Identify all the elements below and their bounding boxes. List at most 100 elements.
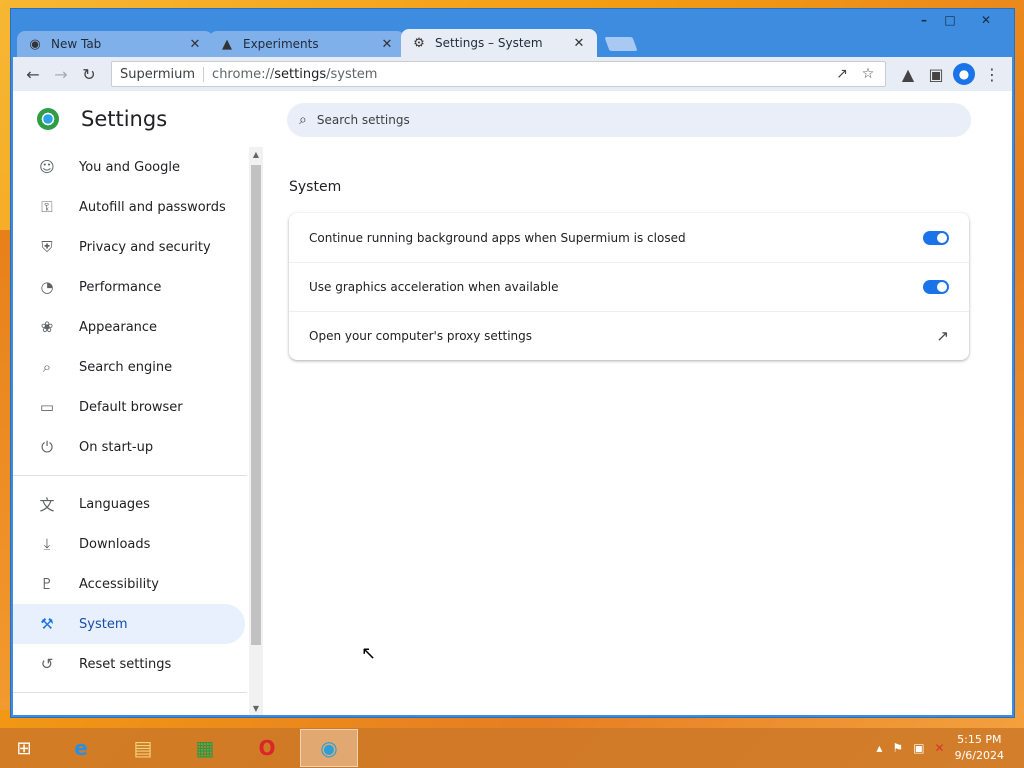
sidebar-item-autofill[interactable]: ⚿ Autofill and passwords xyxy=(13,187,245,227)
row-label: Continue running background apps when Su… xyxy=(309,230,686,245)
mouse-cursor-icon: ↖ xyxy=(361,643,377,664)
forward-button[interactable]: → xyxy=(47,60,75,88)
sidebar-item-reset-settings[interactable]: ↺ Reset settings xyxy=(13,644,245,684)
background-apps-row[interactable]: Continue running background apps when Su… xyxy=(289,213,969,262)
share-icon[interactable]: ↗ xyxy=(831,66,853,82)
gear-icon: ⚙ xyxy=(413,35,425,51)
sidebar-item-default-browser[interactable]: ▭ Default browser xyxy=(13,387,245,427)
search-icon: ⌕ xyxy=(299,112,307,128)
external-link-icon[interactable]: ↗ xyxy=(936,327,949,345)
clock-date: 9/6/2024 xyxy=(954,749,1004,762)
site-chip[interactable]: Supermium xyxy=(120,66,205,82)
tab-title: Experiments xyxy=(243,37,319,51)
url-scheme: chrome:// xyxy=(212,66,275,82)
sidebar-item-languages[interactable]: 文 Languages xyxy=(13,484,245,524)
profile-button[interactable]: ● xyxy=(950,60,978,88)
sidebar-item-label: Default browser xyxy=(79,399,183,415)
tab-strip: ◉ New Tab ✕ ▲ Experiments ✕ ⚙ Settings –… xyxy=(13,23,1012,57)
browser-window: – □ ✕ ◉ New Tab ✕ ▲ Experiments ✕ ⚙ Sett… xyxy=(10,8,1015,718)
graphics-acceleration-toggle[interactable] xyxy=(923,280,949,294)
translate-icon: 文 xyxy=(39,495,55,514)
search-settings-input[interactable]: ⌕ Search settings xyxy=(287,103,971,137)
url-text[interactable]: chrome://settings/system xyxy=(212,67,377,82)
sidebar-item-label: Privacy and security xyxy=(79,239,211,255)
back-button[interactable]: ← xyxy=(19,60,47,88)
chrome-icon: ◉ xyxy=(29,36,41,52)
sidebar-scrollbar[interactable]: ▲ ▼ xyxy=(249,147,263,715)
scrollbar-thumb[interactable] xyxy=(251,165,261,645)
sidebar-item-you-and-google[interactable]: ☺ You and Google xyxy=(13,147,245,187)
bookmark-star-icon[interactable]: ☆ xyxy=(857,66,879,82)
flask-icon: ▲ xyxy=(222,36,232,52)
menu-kebab-icon[interactable]: ⋮ xyxy=(978,60,1006,88)
scroll-up-arrow-icon[interactable]: ▲ xyxy=(249,147,263,161)
tab-new-tab[interactable]: ◉ New Tab ✕ xyxy=(17,31,213,57)
volume-muted-icon[interactable]: ✕ xyxy=(935,741,945,755)
accessibility-icon: ♇ xyxy=(40,575,54,593)
download-icon: ⤓ xyxy=(43,535,51,553)
internet-explorer-icon[interactable]: e xyxy=(52,729,110,767)
scroll-down-arrow-icon[interactable]: ▼ xyxy=(249,701,263,715)
search-placeholder: Search settings xyxy=(316,113,410,127)
sidebar-item-appearance[interactable]: ❀ Appearance xyxy=(13,307,245,347)
url-path: /system xyxy=(326,66,378,82)
url-host: settings xyxy=(274,66,327,82)
minimize-button[interactable]: – xyxy=(912,11,936,29)
sidebar-item-search-engine[interactable]: ⌕ Search engine xyxy=(13,347,245,387)
sidebar-item-label: Accessibility xyxy=(79,576,159,592)
sidebar-item-performance[interactable]: ◔ Performance xyxy=(13,267,245,307)
close-tab-icon[interactable]: ✕ xyxy=(379,37,395,52)
address-bar[interactable]: Supermium chrome://settings/system ↗ ☆ xyxy=(111,61,886,87)
close-tab-icon[interactable]: ✕ xyxy=(571,36,587,51)
sidebar-item-on-startup[interactable]: ⏻ On start-up xyxy=(13,427,245,467)
side-panel-icon[interactable]: ▣ xyxy=(922,60,950,88)
reset-icon: ↺ xyxy=(40,655,54,673)
settings-page: Settings ⌕ Search settings ☺ You and Goo… xyxy=(13,91,1012,715)
sidebar-item-label: You and Google xyxy=(79,159,180,175)
settings-header: Settings xyxy=(13,91,273,147)
opera-icon[interactable]: O xyxy=(238,729,296,767)
proxy-settings-row[interactable]: Open your computer's proxy settings ↗ xyxy=(289,311,969,360)
clock[interactable]: 5:15 PM 9/6/2024 xyxy=(955,732,1004,764)
file-explorer-icon[interactable]: ▤ xyxy=(114,729,172,767)
omnibox-actions: ↗ ☆ xyxy=(831,66,885,82)
sidebar-item-label: Languages xyxy=(79,496,150,512)
new-tab-button[interactable] xyxy=(604,37,638,51)
shield-icon: ⛨ xyxy=(41,238,53,256)
palette-icon: ❀ xyxy=(40,318,54,336)
tray-overflow-arrow-icon[interactable]: ▴ xyxy=(876,741,882,755)
supermium-icon[interactable]: ◉ xyxy=(300,729,358,767)
maximize-button[interactable]: □ xyxy=(938,11,962,29)
sidebar-item-label: Autofill and passwords xyxy=(79,199,226,215)
system-tray: ▴ ⚑ ▣ ✕ 5:15 PM 9/6/2024 xyxy=(876,732,1024,764)
tab-title: New Tab xyxy=(51,37,102,51)
sidebar-item-label: On start-up xyxy=(79,439,154,455)
labs-flask-icon[interactable]: ▲ xyxy=(894,60,922,88)
close-window-button[interactable]: ✕ xyxy=(964,11,1008,29)
power-icon: ⏻ xyxy=(41,438,53,456)
network-icon[interactable]: ▣ xyxy=(913,741,924,755)
sidebar-item-privacy[interactable]: ⛨ Privacy and security xyxy=(13,227,245,267)
sidebar-divider xyxy=(13,692,247,693)
reload-button[interactable]: ↻ xyxy=(75,60,103,88)
tab-experiments[interactable]: ▲ Experiments ✕ xyxy=(209,31,405,57)
tab-title: Settings – System xyxy=(435,36,543,50)
background-apps-toggle[interactable] xyxy=(923,230,949,245)
wrench-icon: ⚒ xyxy=(40,615,54,633)
sidebar-item-label: Performance xyxy=(79,279,162,295)
store-icon[interactable]: ▦ xyxy=(176,729,234,767)
sidebar-item-downloads[interactable]: ⤓ Downloads xyxy=(13,524,245,564)
sidebar-item-accessibility[interactable]: ♇ Accessibility xyxy=(13,564,245,604)
section-title: System xyxy=(289,179,342,195)
start-button[interactable]: ⊞ xyxy=(0,728,48,768)
sidebar-item-label: System xyxy=(79,616,128,632)
close-tab-icon[interactable]: ✕ xyxy=(187,37,203,52)
tab-settings-system[interactable]: ⚙ Settings – System ✕ xyxy=(401,29,597,57)
sidebar-item-system[interactable]: ⚒ System xyxy=(13,604,245,644)
settings-sidebar: ☺ You and Google ⚿ Autofill and password… xyxy=(13,147,263,715)
graphics-acceleration-row[interactable]: Use graphics acceleration when available xyxy=(289,262,969,311)
row-label: Use graphics acceleration when available xyxy=(309,280,559,294)
action-center-flag-icon[interactable]: ⚑ xyxy=(892,741,903,755)
clock-time: 5:15 PM xyxy=(957,733,1002,746)
supermium-logo-icon xyxy=(37,108,59,130)
